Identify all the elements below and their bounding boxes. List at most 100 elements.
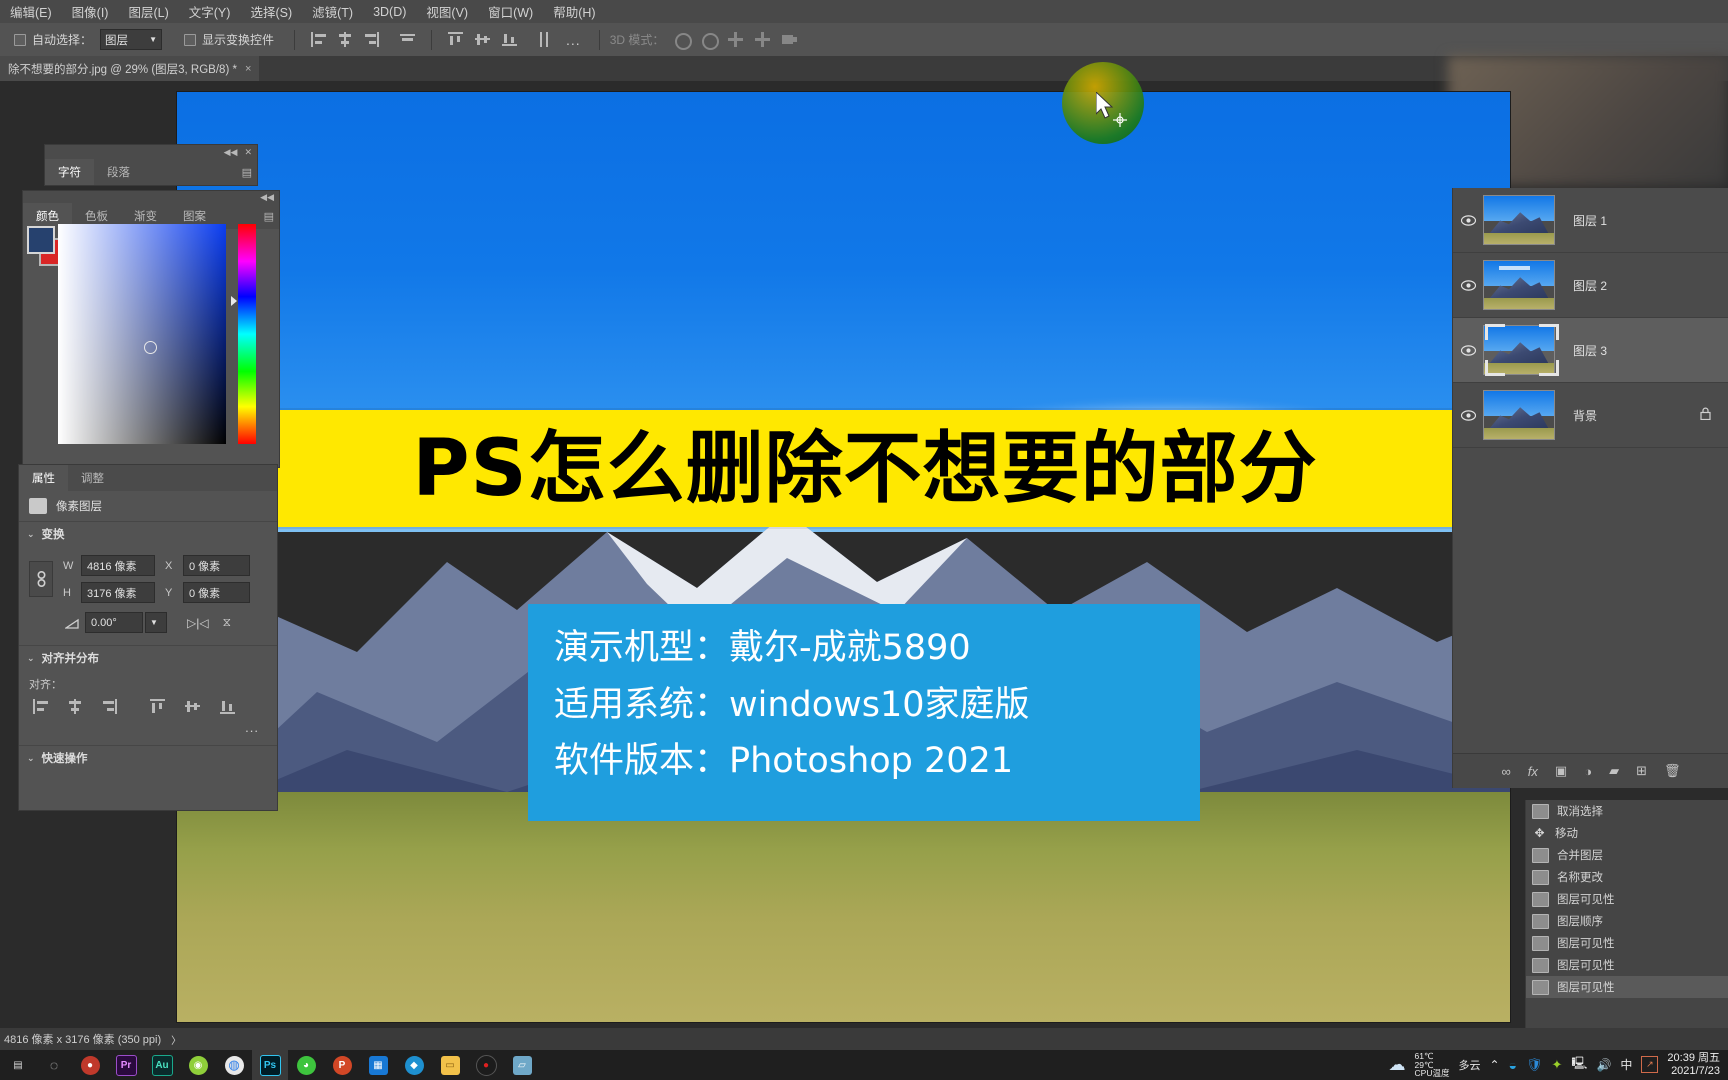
panel-menu-icon[interactable]: ▤ — [259, 210, 279, 223]
app-tray-green-icon[interactable]: ✦ — [1552, 1057, 1563, 1073]
flip-horizontal-icon[interactable]: ▷|◁ — [187, 616, 209, 630]
menu-item-window[interactable]: 窗口(W) — [478, 2, 543, 21]
taskbar-recorder[interactable]: ● — [468, 1050, 504, 1080]
clock[interactable]: 20:39 周五 2021/7/23 — [1667, 1052, 1720, 1077]
taskbar-premiere[interactable]: Pr — [108, 1050, 144, 1080]
hue-slider[interactable] — [238, 224, 256, 444]
tab-paragraph[interactable]: 段落 — [94, 159, 143, 185]
align-right-icon[interactable] — [363, 30, 382, 49]
taskbar-wechat[interactable]: ◕ — [288, 1050, 324, 1080]
layer-name[interactable]: 背景 — [1573, 407, 1597, 424]
align-left-icon[interactable] — [31, 697, 50, 716]
chevron-up-icon[interactable]: ⌃ — [1489, 1058, 1499, 1072]
history-item-6[interactable]: 图层可见性 — [1526, 932, 1728, 954]
link-dimensions-toggle[interactable] — [29, 561, 53, 597]
history-item-7[interactable]: 图层可见性 — [1526, 954, 1728, 976]
adjustment-icon[interactable]: ◑ — [1584, 764, 1592, 779]
menu-item-filter[interactable]: 滤镜(T) — [302, 2, 363, 21]
layer-name[interactable]: 图层 2 — [1573, 277, 1607, 294]
history-item-3[interactable]: 名称更改 — [1526, 866, 1728, 888]
app-tray-blue-icon[interactable]: ◒ — [1509, 1057, 1517, 1073]
panel-menu-icon[interactable]: ▤ — [237, 166, 257, 179]
show-transform-checkbox[interactable] — [184, 33, 197, 46]
x-field[interactable]: 0 像素 — [183, 555, 250, 576]
menu-item-edit[interactable]: 编辑(E) — [0, 2, 62, 21]
ime-indicator[interactable]: 中 — [1620, 1056, 1632, 1073]
distribute-bottom-icon[interactable] — [500, 30, 519, 49]
history-item-2[interactable]: 合并图层 — [1526, 844, 1728, 866]
foreground-color-swatch[interactable] — [27, 226, 55, 254]
tab-adjustments[interactable]: 调整 — [68, 465, 117, 491]
menu-item-select[interactable]: 选择(S) — [240, 2, 302, 21]
align-more-button[interactable]: ... — [19, 716, 277, 735]
document-tab[interactable]: 除不想要的部分.jpg @ 29% (图层3, RGB/8) * × — [0, 56, 260, 81]
3d-drag-icon[interactable] — [726, 30, 745, 49]
layer-visibility-toggle[interactable] — [1453, 344, 1483, 356]
height-field[interactable]: 3176 像素 — [81, 582, 155, 603]
close-icon[interactable]: ✕ — [244, 147, 252, 158]
layer-row-1[interactable]: 图层 1 — [1453, 188, 1728, 253]
taskbar-powerpoint[interactable]: P — [324, 1050, 360, 1080]
align-top-icon[interactable] — [148, 697, 167, 716]
chevron-right-icon[interactable]: 〉 — [171, 1032, 181, 1047]
menu-item-view[interactable]: 视图(V) — [416, 2, 478, 21]
distribute-top-icon[interactable] — [446, 30, 465, 49]
more-options-button[interactable]: ... — [558, 32, 589, 48]
layer-thumbnail[interactable] — [1483, 195, 1555, 245]
section-transform[interactable]: ⌄ 变换 — [19, 521, 277, 546]
layer-thumbnail[interactable] — [1483, 260, 1555, 310]
history-item-0[interactable]: 取消选择 — [1526, 800, 1728, 822]
taskbar-app-paper[interactable]: ▱ — [504, 1050, 540, 1080]
align-bottom-icon[interactable] — [218, 697, 237, 716]
section-quick-actions[interactable]: ⌄ 快速操作 — [19, 745, 277, 770]
color-picker-handle[interactable] — [144, 341, 157, 354]
group-icon[interactable]: ▰ — [1609, 763, 1619, 779]
tab-properties[interactable]: 属性 — [19, 465, 68, 491]
menu-item-image[interactable]: 图像(I) — [62, 2, 119, 21]
3d-rotate-icon[interactable] — [672, 30, 693, 50]
menu-item-type[interactable]: 文字(Y) — [179, 2, 241, 21]
taskbar-file-explorer[interactable]: ▭ — [432, 1050, 468, 1080]
menu-item-help[interactable]: 帮助(H) — [543, 2, 605, 21]
tab-character[interactable]: 字符 — [45, 159, 94, 185]
taskbar-audition[interactable]: Au — [144, 1050, 180, 1080]
document-canvas[interactable] — [177, 92, 1510, 1022]
history-item-4[interactable]: 图层可见性 — [1526, 888, 1728, 910]
start-button[interactable]: ▤ — [0, 1050, 36, 1080]
show-transform-group[interactable]: 显示变换控件 — [162, 23, 274, 56]
taskbar-app-blue-grid[interactable]: ▦ — [360, 1050, 396, 1080]
history-item-1[interactable]: ✥ 移动 — [1526, 822, 1728, 844]
menu-item-3d[interactable]: 3D(D) — [363, 5, 416, 19]
mask-icon[interactable]: ▣ — [1555, 763, 1567, 779]
align-right-icon[interactable] — [101, 697, 120, 716]
layer-name[interactable]: 图层 1 — [1573, 212, 1607, 229]
auto-select-checkbox[interactable] — [14, 33, 26, 46]
layer-visibility-toggle[interactable] — [1453, 214, 1483, 226]
align-center-horizontal-icon[interactable] — [336, 30, 355, 49]
taskbar-app-green[interactable]: ◉ — [180, 1050, 216, 1080]
hue-slider-handle[interactable] — [231, 296, 237, 306]
layer-thumbnail[interactable] — [1483, 390, 1555, 440]
3d-camera-icon[interactable] — [780, 30, 799, 49]
layer-row-2[interactable]: 图层 2 — [1453, 253, 1728, 318]
new-layer-icon[interactable]: ⊞ — [1636, 763, 1647, 779]
history-item-5[interactable]: 图层顺序 — [1526, 910, 1728, 932]
fx-icon[interactable]: fx — [1528, 764, 1538, 779]
layer-visibility-toggle[interactable] — [1453, 279, 1483, 291]
3d-slide-icon[interactable] — [753, 30, 772, 49]
align-left-icon[interactable] — [309, 30, 328, 49]
collapse-icon[interactable]: ◀◀ — [260, 192, 274, 203]
menu-item-layer[interactable]: 图层(L) — [118, 2, 178, 21]
y-field[interactable]: 0 像素 — [183, 582, 250, 603]
width-field[interactable]: 4816 像素 — [81, 555, 155, 576]
angle-field[interactable]: 0.00° — [85, 612, 143, 633]
align-middle-icon[interactable] — [183, 697, 202, 716]
delete-icon[interactable]: 🗑 — [1664, 763, 1681, 779]
auto-select-dropdown[interactable]: 图层 ▼ — [100, 29, 163, 50]
layer-thumbnail[interactable] — [1483, 325, 1555, 375]
ime-tool-icon[interactable]: ↗ — [1641, 1056, 1659, 1074]
volume-icon[interactable]: 🔊 — [1596, 1058, 1611, 1072]
align-top-icon[interactable] — [398, 30, 417, 49]
flip-vertical-icon[interactable]: ⧖ — [223, 615, 231, 630]
taskbar-chrome[interactable]: ◍ — [216, 1050, 252, 1080]
